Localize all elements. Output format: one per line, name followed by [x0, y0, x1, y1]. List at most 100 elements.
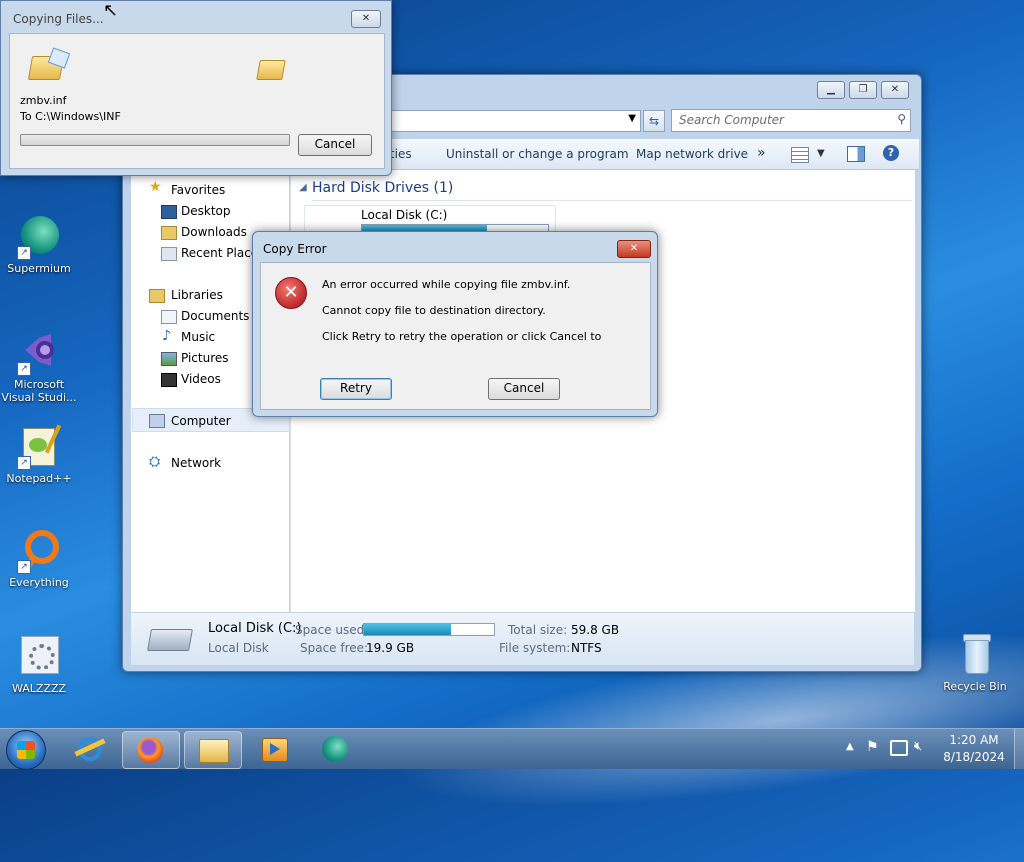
uninstall-program-button[interactable]: Uninstall or change a program: [446, 147, 629, 161]
music-icon: ♪: [162, 328, 171, 344]
nav-downloads[interactable]: Downloads: [181, 225, 247, 239]
network-status-icon[interactable]: [890, 740, 908, 756]
action-center-flag-icon[interactable]: ⚑: [866, 739, 879, 755]
space-used-label: Space used:: [295, 623, 369, 637]
space-used-fill: [364, 624, 452, 635]
desktop-icon-label: Everything: [9, 576, 69, 589]
copying-dialog-body: zmbv.inf To C:\Windows\INF Cancel: [9, 33, 385, 169]
mouse-cursor-icon: ↖: [103, 0, 119, 21]
view-options-icon[interactable]: [791, 147, 809, 163]
notepadpp-icon: ↗: [17, 424, 62, 470]
nav-music[interactable]: Music: [181, 330, 215, 344]
section-divider: [312, 200, 912, 201]
search-input[interactable]: Search Computer ⚲: [671, 109, 911, 132]
windows-logo-icon: [17, 741, 35, 759]
nav-desktop[interactable]: Desktop: [181, 204, 231, 218]
desktop-icon-walzzzz[interactable]: WALZZZZ: [1, 634, 77, 695]
file-system-value: NTFS: [571, 641, 602, 655]
nav-videos[interactable]: Videos: [181, 372, 221, 386]
map-network-drive-button[interactable]: Map network drive: [636, 147, 748, 161]
show-desktop-button[interactable]: [1014, 729, 1024, 769]
error-message-line2: Cannot copy file to destination director…: [322, 304, 546, 317]
taskbar: ▲ ⚑ 🔇︎ 1:20 AM 8/18/2024: [0, 728, 1024, 770]
close-button[interactable]: ✕: [881, 81, 909, 99]
desktop-icon-label: WALZZZZ: [11, 682, 67, 695]
desktop-icon-visual-studio[interactable]: ↗ Microsoft Visual Studi...: [1, 330, 77, 404]
nav-computer[interactable]: Computer: [171, 414, 231, 428]
space-free-label: Space free:: [300, 641, 369, 655]
retry-button[interactable]: Retry: [320, 378, 392, 400]
nav-documents[interactable]: Documents: [181, 309, 249, 323]
documents-icon: [161, 310, 177, 324]
nav-network[interactable]: Network: [171, 456, 221, 470]
search-icon[interactable]: ⚲: [897, 112, 906, 126]
help-icon[interactable]: ?: [883, 145, 899, 161]
maximize-button[interactable]: ❐: [849, 81, 877, 99]
error-window-title: Copy Error: [263, 242, 327, 256]
file-explorer-icon: [199, 739, 229, 763]
start-button[interactable]: [6, 730, 46, 770]
file-system-label: File system:: [499, 641, 571, 655]
address-bar[interactable]: ▼: [391, 110, 641, 132]
desktop-icon-label: Notepad++: [6, 472, 72, 485]
everything-icon: ↗: [17, 528, 61, 574]
recent-places-icon: [161, 247, 177, 261]
more-commands-button[interactable]: »: [757, 145, 766, 161]
desktop-icon-label: Microsoft Visual Studi...: [1, 378, 77, 404]
visual-studio-icon: ↗: [17, 330, 61, 376]
search-placeholder: Search Computer: [679, 113, 784, 127]
collapse-triangle-icon[interactable]: ◢: [299, 182, 307, 193]
hard-drive-icon: [147, 629, 193, 651]
videos-icon: [161, 373, 177, 387]
copying-window-title: Copying Files...: [13, 12, 104, 26]
space-free-value: 19.9 GB: [366, 641, 415, 655]
nav-libraries[interactable]: Libraries: [171, 288, 223, 302]
refresh-icon[interactable]: ⇆: [643, 110, 665, 132]
libraries-icon: [149, 289, 165, 303]
desktop-icon-supermium[interactable]: ↗ Supermium: [1, 214, 77, 275]
error-icon: ✕: [275, 277, 307, 309]
chevron-down-icon[interactable]: ▼: [628, 113, 636, 124]
section-title-hard-disk-drives: Hard Disk Drives (1): [312, 180, 454, 196]
desktop-icon-notepadpp[interactable]: ↗ Notepad++: [1, 424, 77, 485]
minimize-button[interactable]: ▁: [817, 81, 845, 99]
firefox-icon: [137, 737, 163, 763]
desktop-icon-label: Supermium: [7, 262, 71, 275]
volume-muted-icon[interactable]: 🔇︎: [914, 739, 922, 754]
details-pane: Local Disk (C:) Local Disk Space used: S…: [131, 612, 914, 665]
settings-gear-icon: [17, 634, 61, 678]
drive-tile-name: Local Disk (C:): [361, 208, 448, 222]
space-used-bar: [363, 623, 495, 636]
clock-date[interactable]: 8/18/2024: [940, 750, 1008, 764]
supermium-icon: ↗: [17, 214, 61, 260]
clock-time[interactable]: 1:20 AM: [944, 733, 1004, 747]
error-cancel-button[interactable]: Cancel: [488, 378, 560, 400]
taskbar-supermium[interactable]: [308, 731, 364, 767]
nav-favorites[interactable]: Favorites: [171, 183, 225, 197]
taskbar-media-player[interactable]: [246, 731, 302, 767]
network-icon: ⛭: [149, 454, 161, 470]
desktop-icon-recycle-bin[interactable]: Recycle Bin: [937, 632, 1013, 693]
close-button[interactable]: ✕: [351, 10, 381, 28]
nav-pictures[interactable]: Pictures: [181, 351, 229, 365]
copy-progress-bar: [20, 134, 290, 146]
taskbar-explorer[interactable]: [184, 731, 242, 769]
desktop-icon-label: Recycle Bin: [943, 680, 1007, 693]
details-drive-name: Local Disk (C:): [208, 621, 302, 636]
copying-destination: To C:\Windows\INF: [20, 110, 121, 123]
details-drive-type: Local Disk: [208, 641, 269, 655]
pictures-icon: [161, 352, 177, 366]
computer-icon: [149, 414, 165, 428]
preview-pane-icon[interactable]: [847, 146, 865, 162]
play-icon: [270, 743, 280, 755]
chevron-down-icon[interactable]: ▼: [817, 148, 825, 159]
copying-files-window: Copying Files... ✕ zmbv.inf To C:\Window…: [0, 0, 392, 176]
taskbar-internet-explorer[interactable]: [62, 731, 118, 767]
close-button[interactable]: ✕: [617, 240, 651, 258]
show-hidden-icons-button[interactable]: ▲: [846, 741, 854, 752]
copy-cancel-button[interactable]: Cancel: [298, 134, 372, 156]
error-message-line1: An error occurred while copying file zmb…: [322, 278, 571, 291]
taskbar-firefox[interactable]: [122, 731, 180, 769]
supermium-icon: [322, 736, 348, 762]
desktop-icon-everything[interactable]: ↗ Everything: [1, 528, 77, 589]
